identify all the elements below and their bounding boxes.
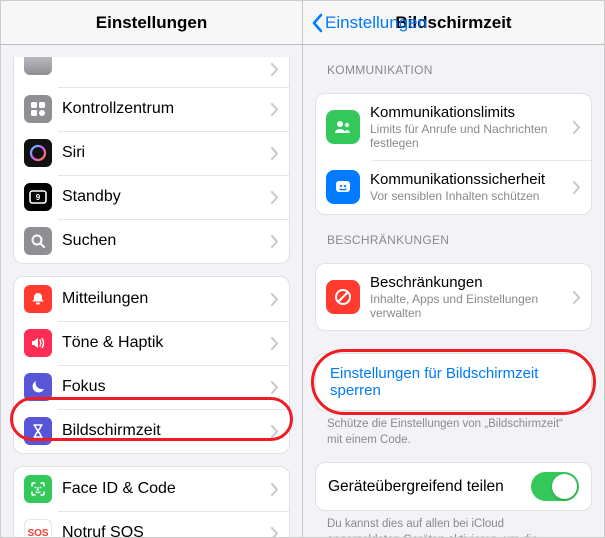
row-label: Mitteilungen <box>62 290 271 308</box>
chevron-right-icon <box>271 527 279 538</box>
row-standby[interactable]: 9 Standby <box>14 175 289 219</box>
chevron-right-icon <box>573 181 581 194</box>
screentime-detail-pane: Einstellungen Bildschirmzeit Kommunikati… <box>303 1 604 537</box>
back-label: Einstellungen <box>325 13 427 33</box>
row-label: Fokus <box>62 378 271 396</box>
comm-limits-icon <box>326 110 360 144</box>
group-restrictions: Beschränkungen Inhalte, Apps und Einstel… <box>315 263 592 331</box>
row-title: Kommunikationslimits <box>370 104 573 121</box>
row-label: Face ID & Code <box>62 480 271 498</box>
settings-master-pane: Einstellungen Kontrollzentrum Siri 9 St <box>1 1 303 537</box>
chevron-right-icon <box>271 103 279 116</box>
unknown-icon <box>24 57 52 75</box>
share-label: Geräteübergreifend teilen <box>328 478 531 496</box>
row-label: Standby <box>62 188 271 206</box>
settings-group-general: Kontrollzentrum Siri 9 Standby Suchen <box>13 57 290 264</box>
row-title: Beschränkungen <box>370 274 573 291</box>
control-center-icon <box>24 95 52 123</box>
chevron-right-icon <box>271 483 279 496</box>
section-header-communication: Kommunikation <box>327 63 580 77</box>
group-share: Geräteübergreifend teilen <box>315 462 592 511</box>
screentime-content[interactable]: Kommunikation Kommunikationslimits Limit… <box>303 45 604 537</box>
row-search[interactable]: Suchen <box>14 219 289 263</box>
lock-settings-button[interactable]: Einstellungen für Bildschirmzeit sperren <box>316 354 591 410</box>
row-unknown-top[interactable] <box>14 57 289 87</box>
row-subtitle: Inhalte, Apps und Einstellungen verwalte… <box>370 292 573 320</box>
chevron-right-icon <box>271 293 279 306</box>
row-label: Notruf SOS <box>62 524 271 537</box>
moon-icon <box>24 373 52 401</box>
settings-list[interactable]: Kontrollzentrum Siri 9 Standby Suchen <box>1 45 302 537</box>
row-sounds[interactable]: Töne & Haptik <box>14 321 289 365</box>
chevron-right-icon <box>271 235 279 248</box>
row-notifications[interactable]: Mitteilungen <box>14 277 289 321</box>
row-label: Kontrollzentrum <box>62 100 271 118</box>
standby-icon: 9 <box>24 183 52 211</box>
settings-group-notifications: Mitteilungen Töne & Haptik Fokus Bildsch… <box>13 276 290 454</box>
back-button[interactable]: Einstellungen <box>311 13 427 33</box>
lock-footer: Schütze die Einstellungen von „Bildschir… <box>327 417 580 448</box>
navbar-left: Einstellungen <box>1 1 302 45</box>
navbar-title-left: Einstellungen <box>96 13 207 33</box>
faceid-icon <box>24 475 52 503</box>
row-share-across: Geräteübergreifend teilen <box>316 463 591 510</box>
speaker-icon <box>24 329 52 357</box>
share-footer: Du kannst dies auf allen bei iCloud ange… <box>327 517 580 537</box>
row-restrictions[interactable]: Beschränkungen Inhalte, Apps und Einstel… <box>316 264 591 330</box>
row-label: Siri <box>62 144 271 162</box>
search-icon <box>24 227 52 255</box>
section-header-restrictions: Beschränkungen <box>327 233 580 247</box>
row-label: Suchen <box>62 232 271 250</box>
hourglass-icon <box>24 417 52 445</box>
row-siri[interactable]: Siri <box>14 131 289 175</box>
row-title: Kommunikationssicherheit <box>370 171 573 188</box>
row-screen-time[interactable]: Bildschirmzeit <box>14 409 289 453</box>
row-subtitle: Limits für Anrufe und Nachrichten festle… <box>370 122 573 150</box>
sos-icon: SOS <box>24 519 52 537</box>
row-label: Töne & Haptik <box>62 334 271 352</box>
row-sos[interactable]: SOS Notruf SOS <box>14 511 289 537</box>
chevron-right-icon <box>573 291 581 304</box>
chevron-right-icon <box>573 121 581 134</box>
chevron-right-icon <box>271 425 279 438</box>
navbar-right: Einstellungen Bildschirmzeit <box>303 1 604 45</box>
row-label: Bildschirmzeit <box>62 422 271 440</box>
chevron-right-icon <box>271 381 279 394</box>
chevron-right-icon <box>271 63 279 76</box>
chevron-right-icon <box>271 147 279 160</box>
chevron-left-icon <box>311 13 323 33</box>
siri-icon <box>24 139 52 167</box>
chevron-right-icon <box>271 337 279 350</box>
settings-group-security: Face ID & Code SOS Notruf SOS Datenschut… <box>13 466 290 537</box>
bell-icon <box>24 285 52 313</box>
chevron-right-icon <box>271 191 279 204</box>
row-control-center[interactable]: Kontrollzentrum <box>14 87 289 131</box>
svg-text:9: 9 <box>36 193 41 202</box>
row-focus[interactable]: Fokus <box>14 365 289 409</box>
row-faceid[interactable]: Face ID & Code <box>14 467 289 511</box>
row-subtitle: Vor sensiblen Inhalten schützen <box>370 189 573 203</box>
group-communication: Kommunikationslimits Limits für Anrufe u… <box>315 93 592 215</box>
comm-safety-icon <box>326 170 360 204</box>
row-comm-safety[interactable]: Kommunikationssicherheit Vor sensiblen I… <box>316 160 591 214</box>
group-lock: Einstellungen für Bildschirmzeit sperren <box>315 353 592 411</box>
share-toggle[interactable] <box>531 472 579 501</box>
nosign-icon <box>326 280 360 314</box>
row-comm-limits[interactable]: Kommunikationslimits Limits für Anrufe u… <box>316 94 591 160</box>
